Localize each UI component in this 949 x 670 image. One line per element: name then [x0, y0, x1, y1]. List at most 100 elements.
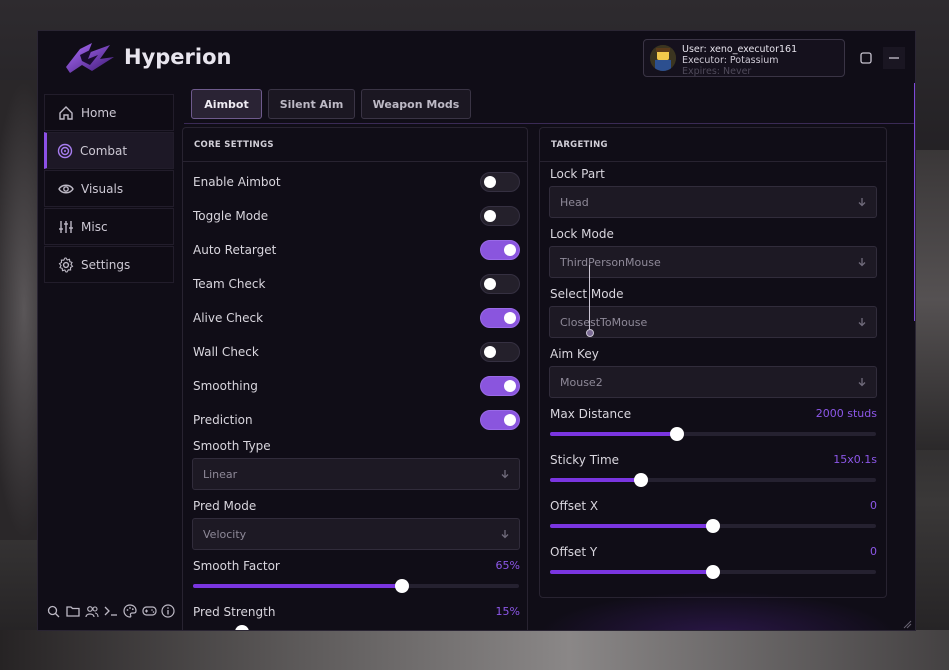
auto-retarget-toggle[interactable]	[480, 240, 520, 260]
sidebar-item-home[interactable]: Home	[44, 94, 174, 131]
toggle-row-wall-check: Wall Check	[193, 341, 520, 363]
tab-divider	[184, 123, 914, 124]
slider-fill	[550, 478, 641, 482]
smooth-type-select[interactable]: Linear	[192, 458, 520, 490]
background-floor	[0, 630, 949, 670]
slider-label: Sticky Time	[550, 453, 620, 467]
team-check-toggle[interactable]	[480, 274, 520, 294]
lock-part-select[interactable]: Head	[549, 186, 877, 218]
sidebar-item-settings[interactable]: Settings	[44, 246, 174, 283]
toggle-label: Enable Aimbot	[193, 175, 281, 189]
chevron-down-icon	[858, 198, 866, 207]
slider-thumb[interactable]	[706, 519, 720, 533]
toggle-knob	[484, 278, 496, 290]
palette-icon[interactable]	[123, 603, 138, 619]
select-value: ClosestToMouse	[560, 315, 648, 329]
max-distance-slider[interactable]	[550, 427, 876, 441]
terminal-icon[interactable]	[103, 603, 118, 619]
users-icon[interactable]	[84, 603, 99, 619]
user-info-card: User: xeno_executor161 Executor: Potassi…	[643, 39, 845, 77]
maximize-button[interactable]	[855, 47, 877, 69]
slider-label: Offset Y	[550, 545, 598, 559]
eye-icon	[57, 180, 75, 198]
toggle-knob	[504, 414, 516, 426]
resize-grip-icon[interactable]	[902, 619, 912, 629]
toggle-knob	[504, 312, 516, 324]
toggle-mode-toggle[interactable]	[480, 206, 520, 226]
folder-icon[interactable]	[65, 603, 80, 619]
sidebar-item-misc[interactable]: Misc	[44, 208, 174, 245]
select-value: Velocity	[203, 527, 247, 541]
tab-silent-aim[interactable]: Silent Aim	[268, 89, 355, 119]
core-settings-panel: CORE SETTINGS Enable Aimbot Toggle Mode …	[182, 127, 528, 631]
smooth-factor-slider[interactable]	[193, 579, 519, 593]
pred-strength-slider[interactable]	[193, 625, 249, 631]
enable-aimbot-toggle[interactable]	[480, 172, 520, 192]
select-value: Linear	[203, 467, 238, 481]
slider-value: 15%	[495, 605, 520, 618]
targeting-panel: TARGETING Lock Part Head Lock Mode Third…	[539, 127, 887, 598]
mouse-cursor-line	[589, 265, 590, 333]
slider-thumb[interactable]	[670, 427, 684, 441]
toggle-knob	[504, 244, 516, 256]
offset-y-slider[interactable]	[550, 565, 876, 579]
slider-thumb[interactable]	[634, 473, 648, 487]
toggle-label: Wall Check	[193, 345, 259, 359]
offset-x-slider[interactable]	[550, 519, 876, 533]
select-mode-label: Select Mode	[550, 287, 624, 301]
chevron-down-icon	[501, 470, 509, 479]
pred-mode-label: Pred Mode	[193, 499, 257, 513]
panel-header: TARGETING	[540, 128, 886, 162]
slider-fill	[193, 630, 242, 631]
accent-glow	[538, 591, 898, 630]
toggle-row-alive-check: Alive Check	[193, 307, 520, 329]
select-mode-select[interactable]: ClosestToMouse	[549, 306, 877, 338]
gamepad-icon[interactable]	[142, 603, 157, 619]
aim-key-select[interactable]: Mouse2	[549, 366, 877, 398]
chevron-down-icon	[501, 530, 509, 539]
toggle-knob	[484, 176, 496, 188]
slider-thumb[interactable]	[235, 625, 249, 630]
title-bar[interactable]: Hyperion User: xeno_executor161 Executor…	[38, 31, 915, 83]
minimize-button[interactable]	[883, 47, 905, 69]
slider-fill	[550, 432, 677, 436]
target-icon	[56, 142, 74, 160]
slider-thumb[interactable]	[706, 565, 720, 579]
slider-value: 65%	[495, 559, 520, 572]
search-icon[interactable]	[46, 603, 61, 619]
slider-label: Pred Strength	[193, 605, 276, 619]
toggle-row-prediction: Prediction	[193, 409, 520, 431]
slider-value: 0	[870, 545, 877, 558]
user-name-label: User: xeno_executor161	[682, 44, 798, 55]
tab-weapon-mods[interactable]: Weapon Mods	[361, 89, 471, 119]
prediction-toggle[interactable]	[480, 410, 520, 430]
pred-mode-select[interactable]: Velocity	[192, 518, 520, 550]
vertical-scrollbar[interactable]	[914, 83, 915, 321]
toggle-knob	[504, 380, 516, 392]
app-window: Hyperion User: xeno_executor161 Executor…	[37, 30, 916, 631]
panel-header: CORE SETTINGS	[183, 128, 527, 162]
sidebar-item-visuals[interactable]: Visuals	[44, 170, 174, 207]
offset-x-row: Offset X 0	[550, 499, 877, 515]
info-icon[interactable]	[161, 603, 176, 619]
alive-check-toggle[interactable]	[480, 308, 520, 328]
tab-aimbot[interactable]: Aimbot	[191, 89, 262, 119]
lock-mode-select[interactable]: ThirdPersonMouse	[549, 246, 877, 278]
slider-label: Offset X	[550, 499, 599, 513]
slider-fill	[193, 584, 402, 588]
toggle-label: Toggle Mode	[193, 209, 269, 223]
sidebar-item-combat[interactable]: Combat	[44, 132, 174, 169]
smooth-factor-row: Smooth Factor 65%	[193, 559, 520, 575]
slider-thumb[interactable]	[395, 579, 409, 593]
toggle-knob	[484, 346, 496, 358]
toggle-label: Prediction	[193, 413, 253, 427]
max-distance-row: Max Distance 2000 studs	[550, 407, 877, 423]
smoothing-toggle[interactable]	[480, 376, 520, 396]
chevron-down-icon	[858, 258, 866, 267]
lock-mode-label: Lock Mode	[550, 227, 614, 241]
wall-check-toggle[interactable]	[480, 342, 520, 362]
toggle-row-toggle-mode: Toggle Mode	[193, 205, 520, 227]
slider-value: 0	[870, 499, 877, 512]
sticky-time-slider[interactable]	[550, 473, 876, 487]
logo-icon	[66, 43, 114, 73]
